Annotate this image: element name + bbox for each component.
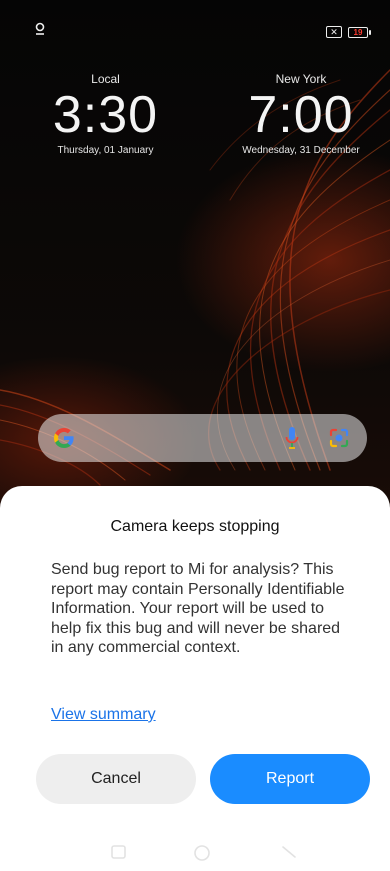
clock-date: Wednesday, 31 December [242, 145, 360, 156]
view-summary-link[interactable]: View summary [51, 706, 156, 724]
clock-time: 3:30 [52, 86, 159, 144]
clock-widget-local[interactable]: Local 3:30 Thursday, 01 January [48, 72, 163, 156]
battery-icon: 19 [348, 26, 371, 38]
crash-dialog: Camera keeps stopping Send bug report to… [0, 486, 390, 871]
home-icon[interactable] [193, 844, 211, 867]
clock-city: New York [275, 72, 327, 86]
battery-level: 19 [353, 27, 363, 37]
back-icon[interactable] [280, 844, 298, 865]
status-bar: ✕ 19 [0, 0, 390, 46]
dialog-title: Camera keeps stopping [110, 518, 280, 535]
recents-icon[interactable] [110, 844, 128, 865]
clock-date: Thursday, 01 January [57, 145, 154, 156]
dialog-message: Send bug report to Mi for analysis? This… [51, 561, 345, 656]
google-search-bar[interactable] [38, 414, 367, 462]
location-pin-icon [34, 22, 46, 41]
clock-city: Local [91, 72, 120, 86]
clock-time: 7:00 [248, 86, 354, 144]
google-g-icon [52, 426, 76, 455]
microphone-icon[interactable] [285, 426, 299, 455]
no-sim-icon: ✕ [326, 26, 342, 38]
navigation-bar [0, 842, 390, 866]
lens-icon[interactable] [328, 427, 350, 454]
cancel-button[interactable]: Cancel [36, 754, 196, 804]
clock-widget-new-york[interactable]: New York 7:00 Wednesday, 31 December [232, 72, 370, 156]
report-button[interactable]: Report [210, 754, 370, 804]
